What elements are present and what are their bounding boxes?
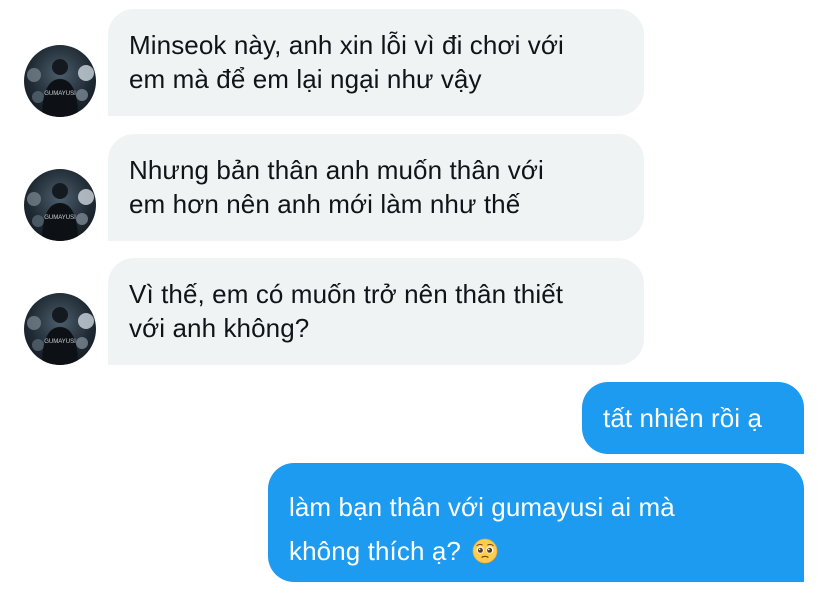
- message-text: làm bạn thân với gumayusi ai mà: [289, 492, 675, 522]
- message-text: Minseok này, anh xin lỗi vì đi chơi với: [129, 30, 564, 60]
- avatar[interactable]: GUMAYUSI: [24, 169, 96, 241]
- avatar-image: GUMAYUSI: [27, 59, 94, 117]
- avatar-image: GUMAYUSI: [27, 307, 94, 365]
- avatar[interactable]: GUMAYUSI: [24, 293, 96, 365]
- pleading-face-emoji-icon: [472, 538, 498, 564]
- message-bubble-sent[interactable]: làm bạn thân với gumayusi ai mà không th…: [268, 463, 804, 582]
- avatar-image: GUMAYUSI: [27, 183, 94, 241]
- message-text: tất nhiên rồi ạ: [603, 403, 763, 433]
- message-text: với anh không?: [129, 313, 310, 343]
- avatar-caption: GUMAYUSI: [44, 91, 76, 97]
- message-text: em mà để em lại ngại như vậy: [129, 64, 482, 94]
- message-text: không thích ạ?: [289, 536, 461, 566]
- avatar-caption: GUMAYUSI: [44, 339, 76, 345]
- avatar[interactable]: GUMAYUSI: [24, 45, 96, 117]
- message-bubble-received[interactable]: Minseok này, anh xin lỗi vì đi chơi với …: [108, 9, 644, 116]
- message-bubble-received[interactable]: Vì thế, em có muốn trở nên thân thiết vớ…: [108, 258, 644, 365]
- avatar-caption: GUMAYUSI: [44, 215, 76, 221]
- message-bubble-sent[interactable]: tất nhiên rồi ạ: [582, 382, 804, 454]
- message-text: em hơn nên anh mới làm như thế: [129, 189, 521, 219]
- message-bubble-received[interactable]: Nhưng bản thân anh muốn thân với em hơn …: [108, 134, 644, 241]
- message-text: Nhưng bản thân anh muốn thân với: [129, 155, 544, 185]
- message-text: Vì thế, em có muốn trở nên thân thiết: [129, 279, 564, 309]
